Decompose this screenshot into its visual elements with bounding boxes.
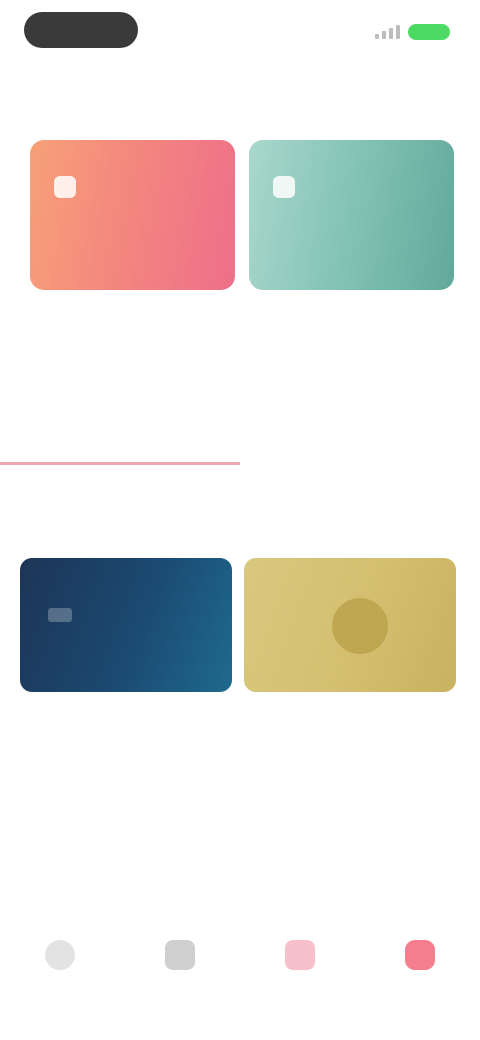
tab-discover[interactable] <box>120 930 240 1020</box>
tab-home[interactable] <box>0 930 120 1020</box>
card-badge-icon <box>273 176 295 198</box>
products-row <box>20 558 456 692</box>
promo-card-info-right <box>264 320 464 328</box>
segment-underline <box>0 462 240 465</box>
emblem-icon <box>332 598 388 654</box>
product-card-gold[interactable] <box>244 558 456 692</box>
bottom-tab-bar <box>0 930 480 1020</box>
product-card-navy[interactable] <box>20 558 232 692</box>
promo-card-coral[interactable] <box>30 140 235 290</box>
page-header <box>26 66 454 106</box>
promo-card-teal[interactable] <box>249 140 454 290</box>
tab-profile[interactable] <box>360 930 480 1020</box>
tab-favorites[interactable] <box>240 930 360 1020</box>
signal-bars-icon <box>375 25 400 39</box>
status-bar <box>0 0 480 60</box>
profile-icon <box>405 940 435 970</box>
card-badge-icon <box>54 176 76 198</box>
promo-card-info-left <box>42 320 242 328</box>
battery-icon <box>408 24 450 40</box>
section-header <box>20 508 460 538</box>
segment-control <box>0 420 480 470</box>
status-time-pill <box>24 12 138 48</box>
status-icons <box>375 24 450 40</box>
home-icon <box>45 940 75 970</box>
card-chip-icon <box>48 608 72 622</box>
discover-icon <box>165 940 195 970</box>
promo-cards-row <box>30 140 454 290</box>
favorites-icon <box>285 940 315 970</box>
